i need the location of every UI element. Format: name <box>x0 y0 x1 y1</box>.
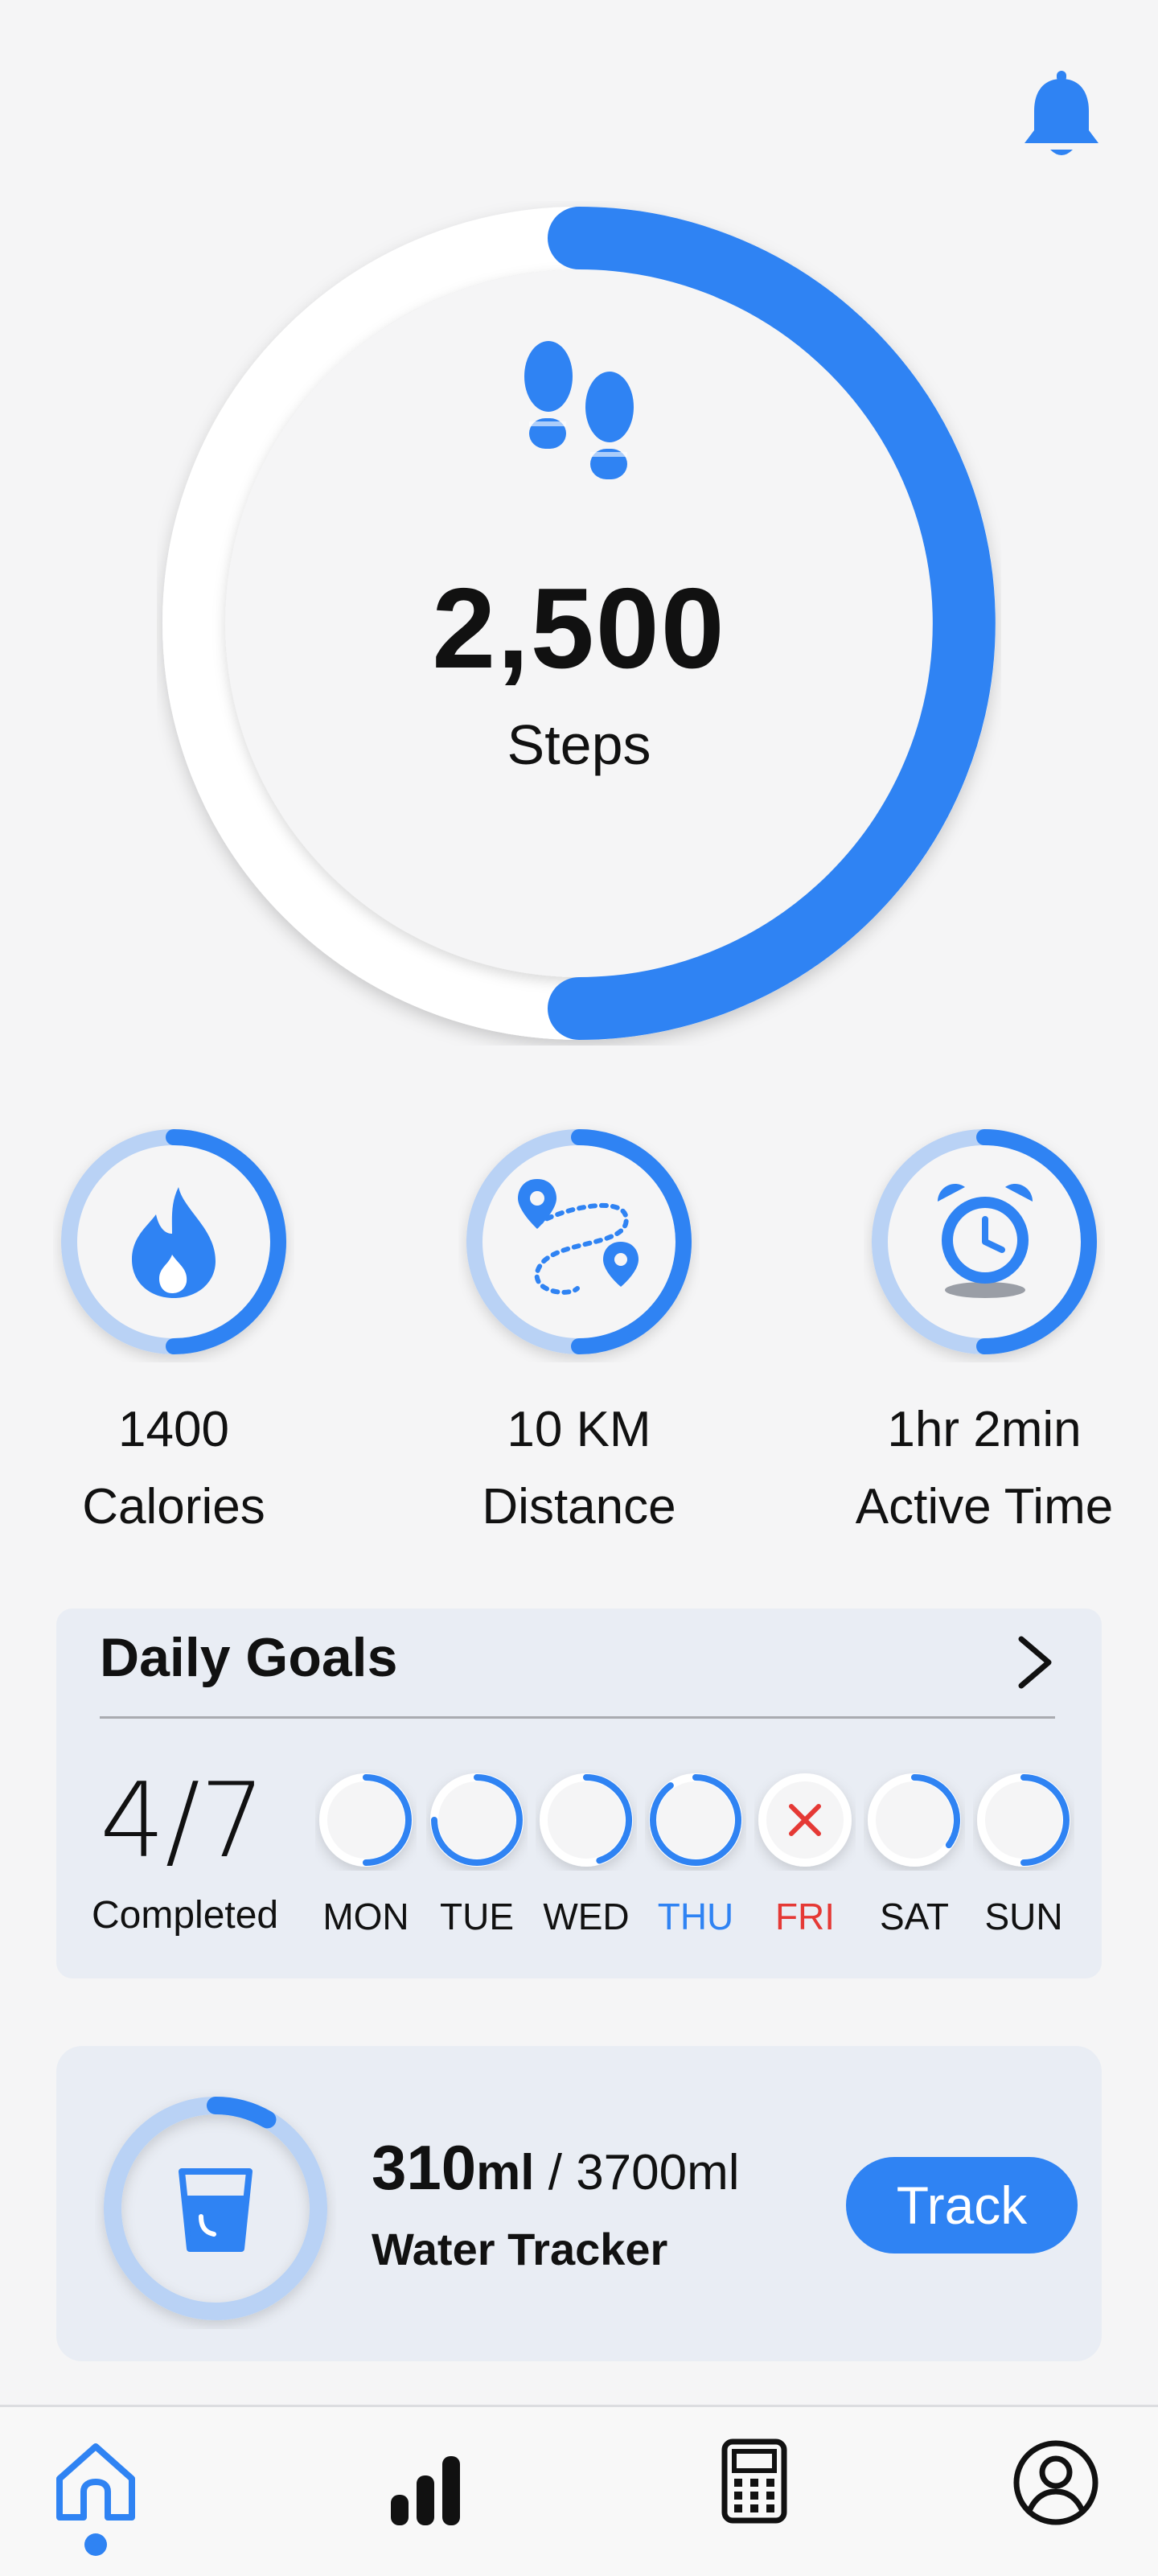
distance-value: 10 KM <box>507 1402 651 1457</box>
water-goal: 3700ml <box>576 2145 740 2200</box>
nav-active-indicator <box>84 2533 107 2556</box>
day-ring-tue[interactable] <box>426 1769 528 1871</box>
bar-chart-icon <box>391 2456 460 2525</box>
day-label-fri: FRI <box>774 1896 836 1937</box>
nav-profile[interactable] <box>1012 2438 1100 2527</box>
water-amount: 310ml / 3700ml <box>372 2131 740 2204</box>
day-label-tue: TUE <box>440 1896 514 1937</box>
water-separator: / <box>534 2145 577 2200</box>
nav-home[interactable] <box>51 2438 140 2527</box>
day-label-thu: THU <box>657 1896 734 1937</box>
active-time-label: Active Time <box>855 1479 1114 1535</box>
day-ring-sun[interactable] <box>973 1769 1074 1871</box>
footprints-icon <box>515 338 643 499</box>
day-ring-sat[interactable] <box>864 1769 965 1871</box>
day-label-mon: MON <box>322 1896 409 1937</box>
water-amount-unit: ml <box>476 2145 535 2200</box>
water-amount-value: 310 <box>372 2132 477 2203</box>
day-ring-wed[interactable] <box>536 1769 637 1871</box>
flame-icon <box>127 1184 220 1300</box>
bottom-nav <box>0 2405 1158 2576</box>
day-ring-thu[interactable] <box>645 1769 746 1871</box>
nav-calculator[interactable] <box>710 2437 799 2525</box>
notification-button[interactable] <box>1020 69 1103 162</box>
water-glass-icon <box>177 2168 254 2252</box>
alarm-clock-icon <box>931 1177 1039 1298</box>
nav-stats[interactable] <box>381 2445 470 2533</box>
distance-label: Distance <box>482 1479 676 1535</box>
goals-completed-label: Completed <box>92 1894 279 1937</box>
profile-icon <box>1013 2440 1098 2525</box>
active-time-value: 1hr 2min <box>887 1402 1082 1457</box>
steps-label: Steps <box>507 713 651 776</box>
track-button[interactable]: Track <box>846 2157 1078 2253</box>
day-ring-fri[interactable] <box>754 1769 856 1871</box>
daily-goals-title: Daily Goals <box>100 1627 398 1688</box>
goals-completed-count: 4/7 <box>100 1761 265 1881</box>
calculator-icon <box>721 2438 787 2524</box>
day-label-wed: WED <box>543 1896 630 1937</box>
home-icon <box>56 2443 135 2521</box>
day-label-sat: SAT <box>879 1896 950 1937</box>
bell-icon <box>1025 71 1098 155</box>
calories-value: 1400 <box>118 1402 229 1457</box>
route-map-icon <box>513 1176 642 1304</box>
divider <box>100 1716 1055 1719</box>
steps-count: 2,500 <box>432 565 726 692</box>
day-label-sun: SUN <box>984 1896 1063 1937</box>
water-tracker-title: Water Tracker <box>372 2224 668 2274</box>
day-ring-mon[interactable] <box>315 1769 417 1871</box>
calories-label: Calories <box>82 1479 265 1535</box>
chevron-right-icon[interactable] <box>1012 1634 1058 1691</box>
